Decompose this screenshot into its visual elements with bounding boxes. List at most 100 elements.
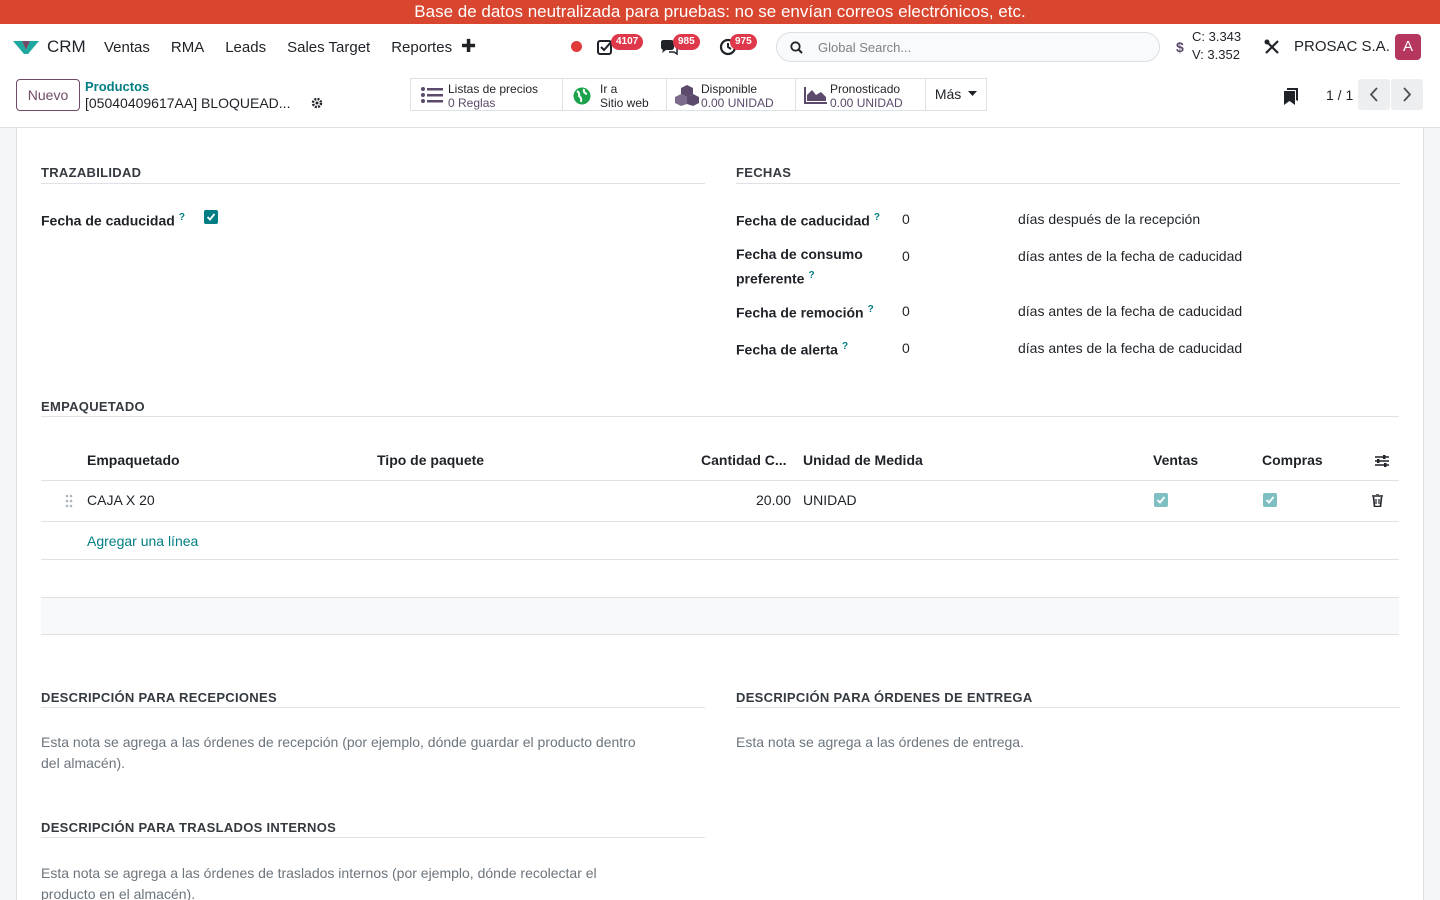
expiration-time-text: Fecha de caducidad bbox=[736, 212, 870, 229]
table-footer bbox=[41, 597, 1399, 635]
recepciones-description-field[interactable]: Esta nota se agrega a las órdenes de rec… bbox=[41, 732, 681, 774]
dollar-icon: $ bbox=[1176, 39, 1184, 55]
smart-button-website[interactable]: Ir a Sitio web bbox=[562, 78, 667, 111]
smart-button-pricelists[interactable]: Listas de precios 0 Reglas bbox=[410, 78, 563, 111]
use-time-label: Fecha de consumo preferente? bbox=[736, 244, 863, 290]
bookmark-icon[interactable] bbox=[1284, 88, 1298, 105]
app-name[interactable]: CRM bbox=[47, 37, 86, 57]
more-dropdown-button[interactable]: Más bbox=[925, 78, 987, 111]
breadcrumb-current-record: [05040409617AA] BLOQUEAD... bbox=[85, 95, 291, 111]
cell-empaquetado[interactable]: CAJA X 20 bbox=[87, 492, 155, 508]
col-header-cantidad[interactable]: Cantidad C... bbox=[701, 452, 787, 468]
exchange-rates: C: 3.343 V: 3.352 bbox=[1192, 28, 1241, 64]
breadcrumb-products[interactable]: Productos bbox=[85, 79, 149, 94]
pricelists-label: Listas de precios bbox=[448, 82, 539, 96]
cell-compras-checkbox[interactable] bbox=[1263, 493, 1277, 507]
forecasted-value: 0.00 UNIDAD bbox=[830, 96, 903, 110]
recording-dot-icon[interactable] bbox=[571, 41, 582, 52]
crm-app-icon[interactable] bbox=[12, 38, 40, 56]
check-icon bbox=[206, 213, 216, 221]
new-button[interactable]: Nuevo bbox=[16, 79, 80, 111]
plus-icon[interactable]: ✚ bbox=[461, 36, 476, 57]
expiration-time-suffix: días después de la recepción bbox=[1018, 211, 1201, 227]
debug-tools-icon[interactable] bbox=[1264, 39, 1280, 55]
help-icon[interactable]: ? bbox=[868, 304, 874, 315]
user-avatar[interactable]: A bbox=[1395, 34, 1421, 60]
chevron-right-icon bbox=[1403, 87, 1412, 102]
help-icon[interactable]: ? bbox=[808, 270, 814, 281]
alert-time-suffix: días antes de la fecha de caducidad bbox=[1018, 340, 1243, 356]
trazabilidad-divider bbox=[41, 183, 705, 184]
col-header-empaquetado[interactable]: Empaquetado bbox=[87, 452, 180, 468]
table-footer-divider bbox=[41, 559, 1399, 560]
check-icon bbox=[1265, 496, 1275, 504]
activities-badge: 4107 bbox=[611, 34, 644, 50]
more-label: Más bbox=[934, 86, 962, 102]
expiration-time-input[interactable]: 0 bbox=[902, 211, 910, 227]
alert-time-input[interactable]: 0 bbox=[902, 340, 910, 356]
help-icon[interactable]: ? bbox=[874, 212, 880, 223]
pager-next-button[interactable] bbox=[1391, 79, 1423, 110]
entrega-title: DESCRIPCIÓN PARA ÓRDENES DE ENTREGA bbox=[736, 690, 1033, 705]
col-header-unidad[interactable]: Unidad de Medida bbox=[803, 452, 923, 468]
internos-description-field[interactable]: Esta nota se agrega a las órdenes de tra… bbox=[41, 863, 681, 900]
recepciones-divider bbox=[41, 707, 705, 708]
menu-leads[interactable]: Leads bbox=[225, 39, 266, 56]
help-icon[interactable]: ? bbox=[842, 341, 848, 352]
smart-button-forecasted[interactable]: Pronosticado 0.00 UNIDAD bbox=[795, 78, 926, 111]
expiry-tracking-checkbox[interactable] bbox=[204, 210, 218, 224]
rate-v: V: 3.352 bbox=[1192, 47, 1240, 62]
cell-ventas-checkbox[interactable] bbox=[1154, 493, 1168, 507]
menu-reportes[interactable]: Reportes bbox=[391, 39, 452, 56]
empaquetado-title: EMPAQUETADO bbox=[41, 399, 145, 414]
expiry-tracking-label: Fecha de caducidad? bbox=[41, 207, 185, 232]
company-switcher[interactable]: PROSAC S.A. bbox=[1294, 38, 1390, 55]
help-icon[interactable]: ? bbox=[179, 212, 185, 223]
alert-time-label: Fecha de alerta? bbox=[736, 336, 848, 361]
fechas-title: FECHAS bbox=[736, 165, 792, 180]
use-time-input[interactable]: 0 bbox=[902, 248, 910, 264]
cell-cantidad[interactable]: 20.00 bbox=[756, 492, 791, 508]
pager-previous-button[interactable] bbox=[1358, 79, 1390, 110]
menu-sales-target[interactable]: Sales Target bbox=[287, 39, 370, 56]
available-label: Disponible bbox=[701, 82, 758, 96]
global-search-input[interactable]: Global Search... bbox=[776, 32, 1160, 62]
available-value: 0.00 UNIDAD bbox=[701, 96, 774, 110]
column-settings-icon[interactable] bbox=[1374, 454, 1390, 468]
entrega-description-field[interactable]: Esta nota se agrega a las órdenes de ent… bbox=[736, 732, 1376, 753]
pager-value[interactable]: 1 / 1 bbox=[1326, 87, 1353, 103]
trash-icon[interactable] bbox=[1372, 494, 1383, 507]
website-label-2: Sitio web bbox=[600, 96, 649, 110]
add-line-link[interactable]: Agregar una línea bbox=[87, 533, 198, 549]
entrega-divider bbox=[736, 707, 1400, 708]
fechas-divider bbox=[736, 183, 1400, 184]
use-time-text-2: preferente bbox=[736, 270, 805, 287]
test-database-banner: Base de datos neutralizada para pruebas:… bbox=[0, 0, 1440, 24]
internos-divider bbox=[41, 837, 705, 838]
table-header-divider bbox=[41, 480, 1399, 481]
use-time-suffix: días antes de la fecha de caducidad bbox=[1018, 248, 1243, 264]
smart-button-available[interactable]: Disponible 0.00 UNIDAD bbox=[666, 78, 796, 111]
messages-badge: 985 bbox=[673, 34, 700, 50]
trazabilidad-title: TRAZABILIDAD bbox=[41, 165, 142, 180]
removal-time-input[interactable]: 0 bbox=[902, 303, 910, 319]
cell-unidad[interactable]: UNIDAD bbox=[803, 492, 857, 508]
drag-handle-icon[interactable] bbox=[65, 494, 73, 508]
recepciones-title: DESCRIPCIÓN PARA RECEPCIONES bbox=[41, 690, 277, 705]
col-header-compras[interactable]: Compras bbox=[1262, 452, 1323, 468]
col-header-ventas[interactable]: Ventas bbox=[1153, 452, 1198, 468]
menu-ventas[interactable]: Ventas bbox=[104, 39, 150, 56]
col-header-tipo-paquete[interactable]: Tipo de paquete bbox=[377, 452, 484, 468]
gear-icon[interactable] bbox=[311, 97, 323, 109]
top-menu: Ventas RMA Leads Sales Target Reportes bbox=[104, 39, 473, 56]
form-sheet: TRAZABILIDAD Fecha de caducidad? FECHAS … bbox=[16, 128, 1424, 900]
list-icon bbox=[421, 87, 443, 103]
website-label-1: Ir a bbox=[600, 82, 618, 96]
timers-badge: 975 bbox=[730, 34, 757, 50]
removal-time-label: Fecha de remoción? bbox=[736, 299, 874, 324]
internos-placeholder-2: producto en el almacén). bbox=[41, 886, 196, 900]
use-time-text-1: Fecha de consumo bbox=[736, 246, 863, 262]
removal-time-suffix: días antes de la fecha de caducidad bbox=[1018, 303, 1243, 319]
chevron-left-icon bbox=[1369, 87, 1378, 102]
menu-rma[interactable]: RMA bbox=[171, 39, 204, 56]
